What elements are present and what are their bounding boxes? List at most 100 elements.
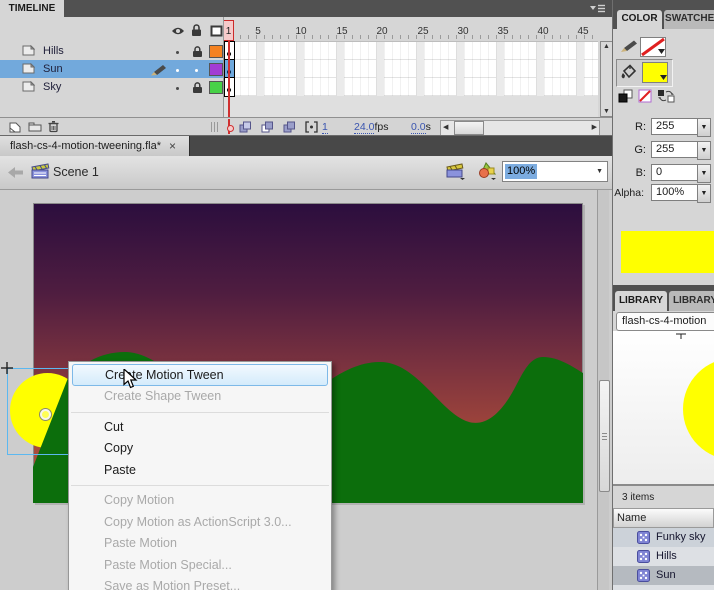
current-frame-value[interactable]: 1 [322, 121, 328, 134]
menu-item-copy[interactable]: Copy [69, 438, 331, 460]
tab-color[interactable]: COLOR [617, 10, 662, 29]
scroll-down-arrow[interactable]: ▼ [603, 108, 610, 115]
layer-visibility-dot[interactable] [176, 51, 179, 54]
panel-resize-grip[interactable] [211, 122, 219, 132]
flash-application-window: TIMELINE Hills Sun [0, 0, 714, 590]
scene-name-label[interactable]: Scene 1 [53, 165, 99, 179]
layer-page-icon [22, 81, 35, 95]
tab-swatches[interactable]: SWATCHES [664, 10, 714, 29]
lock-icon[interactable] [192, 82, 203, 97]
document-tab[interactable]: flash-cs-4-motion-tweening.fla* × [0, 136, 190, 156]
lock-all-layers-icon[interactable] [191, 24, 202, 40]
stroke-color-swatch[interactable] [640, 37, 666, 57]
swatch-dropdown-arrow-icon[interactable] [658, 45, 665, 57]
document-tab-close-icon[interactable]: × [169, 139, 176, 153]
tab-timeline[interactable]: TIMELINE [0, 0, 64, 17]
layer-color-swatch[interactable] [209, 63, 223, 76]
playhead-line[interactable] [228, 40, 230, 117]
keyframe-sky-frame1[interactable] [224, 77, 235, 97]
stage-vertical-scrollbar[interactable] [597, 190, 609, 590]
library-item-partial-row [613, 585, 714, 590]
stroke-color-pencil-icon [620, 39, 638, 56]
selection-corner-handle-icon[interactable] [1, 362, 13, 377]
layer-color-swatch[interactable] [209, 45, 223, 58]
green-value-field[interactable]: 255 [651, 141, 698, 158]
frame-ruler[interactable]: 5 10 15 20 25 30 35 40 45 [224, 20, 598, 40]
layer-row-hills[interactable]: Hills [0, 42, 223, 60]
red-value-field[interactable]: 255 [651, 118, 698, 135]
onion-skin-outlines-icon[interactable] [283, 121, 296, 136]
document-tab-bar: flash-cs-4-motion-tweening.fla* × [0, 136, 612, 156]
tab-library-1[interactable]: LIBRARY [615, 291, 667, 311]
playhead-frame-box[interactable]: 1 [223, 20, 234, 41]
zoom-level-select[interactable]: 100% ▼ [502, 161, 608, 182]
alpha-value-field[interactable]: 100% [651, 184, 698, 201]
swap-colors-icon[interactable] [657, 89, 675, 106]
edit-scene-button[interactable] [446, 162, 466, 183]
frame-rate[interactable]: 24.0fps [354, 121, 388, 133]
green-stepper-button[interactable]: ▼ [697, 141, 711, 160]
new-layer-button[interactable] [8, 121, 21, 136]
library-preview-area [613, 331, 714, 486]
lock-icon[interactable] [192, 46, 203, 61]
frame-rate-value[interactable]: 24.0 [354, 121, 374, 134]
alpha-stepper-button[interactable]: ▼ [697, 184, 711, 203]
menu-item-create-motion-tween[interactable]: Create Motion Tween [72, 364, 328, 386]
scroll-right-arrow[interactable]: ▶ [592, 124, 597, 131]
library-item-sun[interactable]: Sun [613, 566, 714, 585]
keyframe-hills-frame1[interactable] [224, 41, 235, 61]
scroll-up-arrow[interactable]: ▲ [603, 43, 610, 50]
edit-symbols-button[interactable] [476, 162, 497, 183]
layer-row-sky[interactable]: Sky [0, 78, 223, 96]
center-frame-icon[interactable] [239, 121, 252, 136]
transformation-point-icon[interactable] [40, 409, 51, 420]
library-item-funky-sky[interactable]: Funky sky [613, 528, 714, 547]
blue-value-field[interactable]: 0 [651, 164, 698, 181]
scroll-thumb[interactable] [599, 380, 610, 492]
layer-visibility-dot[interactable] [176, 69, 179, 72]
delete-layer-button[interactable] [48, 120, 59, 136]
frames-horizontal-scrollbar[interactable]: ◀ ▶ [440, 120, 600, 136]
no-color-icon[interactable] [638, 89, 652, 106]
paint-bucket-icon [620, 64, 637, 83]
blue-stepper-button[interactable]: ▼ [697, 164, 711, 183]
preview-resize-grip-icon[interactable] [675, 331, 687, 343]
layer-unlocked-dot[interactable] [195, 69, 198, 72]
layer-visibility-dot[interactable] [176, 87, 179, 90]
frame-grid-empty-area[interactable] [224, 96, 598, 117]
menu-item-cut[interactable]: Cut [69, 417, 331, 439]
fill-color-group [616, 59, 673, 87]
onion-skin-icon[interactable] [261, 121, 274, 136]
new-folder-button[interactable] [28, 121, 42, 135]
library-item-name: Hills [656, 550, 677, 562]
library-item-hills[interactable]: Hills [613, 547, 714, 566]
layer-row-sun[interactable]: Sun [0, 60, 223, 78]
status-playhead-knob[interactable] [227, 125, 234, 132]
tab-library-2[interactable]: LIBRARY [669, 291, 714, 311]
library-item-name: Funky sky [656, 531, 706, 543]
zoom-dropdown-arrow-icon[interactable]: ▼ [596, 168, 603, 175]
back-arrow-icon[interactable] [8, 167, 23, 181]
elapsed-time-value[interactable]: 0.0 [411, 121, 426, 134]
frame-grid[interactable] [224, 41, 598, 96]
red-label: R: [613, 121, 646, 133]
movie-clip-icon [637, 550, 650, 566]
keyframe-sun-frame1[interactable] [224, 59, 235, 79]
outline-all-layers-icon[interactable] [210, 25, 223, 40]
current-color-preview[interactable] [621, 231, 714, 273]
fill-color-swatch[interactable] [642, 62, 668, 83]
black-white-colors-icon[interactable] [618, 89, 633, 106]
layer-color-swatch[interactable] [209, 81, 223, 94]
show-hide-all-layers-icon[interactable] [171, 26, 185, 39]
library-name-column-header[interactable]: Name [613, 508, 714, 528]
swatch-dropdown-arrow-icon[interactable] [660, 71, 667, 83]
menu-separator [71, 485, 329, 486]
red-stepper-button[interactable]: ▼ [697, 118, 711, 137]
scroll-thumb[interactable] [454, 121, 484, 135]
edit-multiple-frames-icon[interactable] [305, 121, 318, 136]
library-document-select[interactable]: flash-cs-4-motion [616, 312, 714, 331]
elapsed-time[interactable]: 0.0s [411, 121, 431, 133]
menu-item-paste[interactable]: Paste [69, 460, 331, 482]
scroll-left-arrow[interactable]: ◀ [443, 124, 448, 131]
timeline-panel-menu-icon[interactable] [589, 3, 606, 17]
